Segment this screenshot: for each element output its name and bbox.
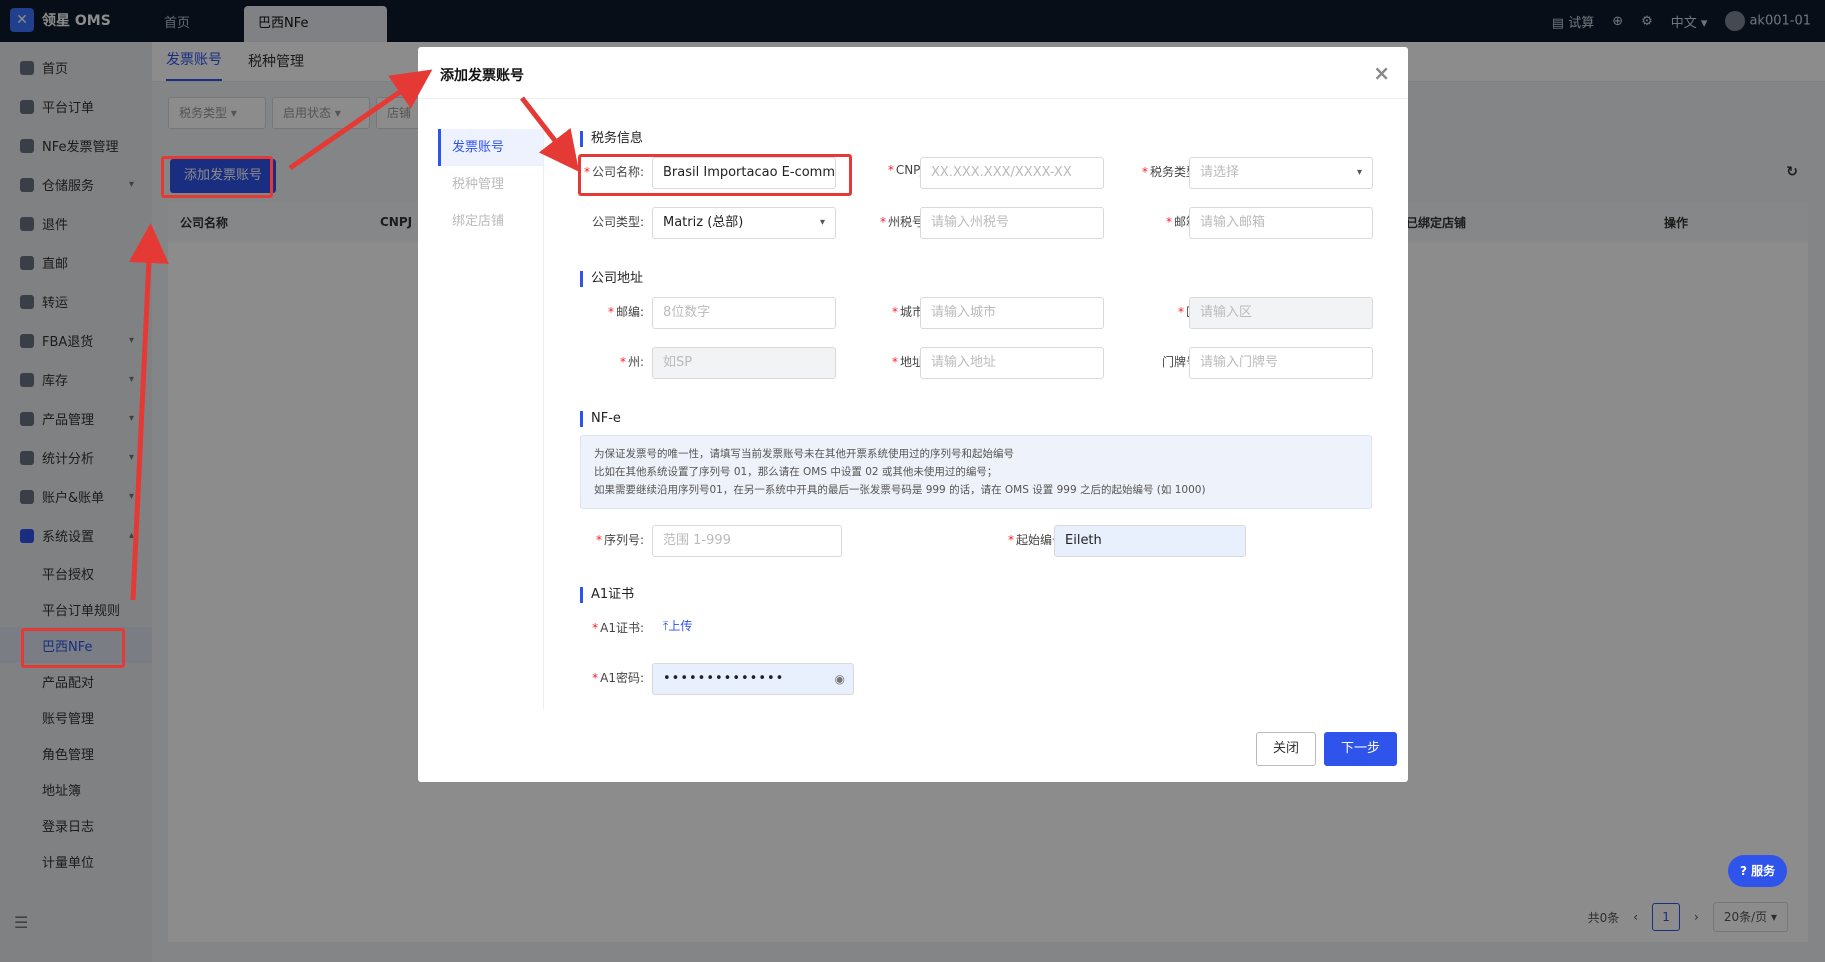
arrow-add-to-modal: [288, 69, 433, 171]
arrow-sidebar-to-add: [128, 223, 169, 601]
arrow-title-to-field: [520, 96, 580, 172]
annotation-arrows: [128, 69, 580, 601]
question-icon: ?: [1740, 864, 1752, 878]
service-help-button[interactable]: ? 服务: [1728, 855, 1788, 887]
